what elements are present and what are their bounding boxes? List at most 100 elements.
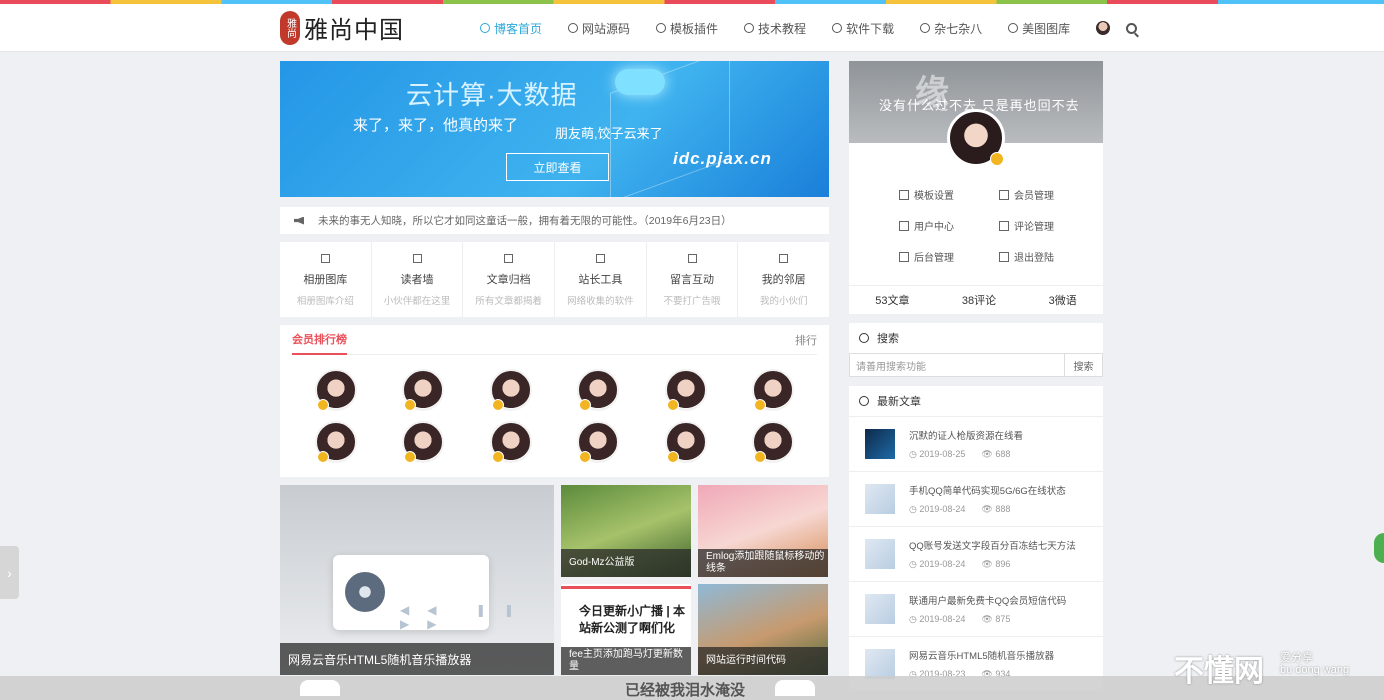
vip-badge-icon xyxy=(990,152,1004,166)
shortcut-gallery[interactable]: 相册图库 相册图库介绍 xyxy=(280,242,372,317)
clock-icon: ◷ 2019-08-24 xyxy=(909,504,966,514)
recent-posts-list: 沉默的证人枪版资源在线看 ◷ 2019-08-25 👁 688 手机QQ简单代码实现… xyxy=(849,416,1103,691)
site-header: 雅尚 雅尚中国 博客首页 网站源码 模板插件 技术教程 软件下载 杂七杂八 美图… xyxy=(0,4,1384,52)
menu-member-manage[interactable]: 会员管理 xyxy=(999,187,1099,202)
search-button[interactable]: 搜索 xyxy=(1065,353,1103,377)
nav-item-home[interactable]: 博客首页 xyxy=(480,20,542,37)
member-avatar[interactable] xyxy=(664,421,707,463)
stat-microposts[interactable]: 3微语 xyxy=(1049,292,1077,308)
level-badge-icon xyxy=(666,399,679,411)
bottom-banner-text: 已经被我泪水淹没 xyxy=(625,682,746,699)
home-icon xyxy=(480,23,490,33)
search-widget: 搜索 请善用搜索功能 搜索 xyxy=(849,323,1103,377)
notice-text: 未来的事无人知晓，所以它才如同这童话一般，拥有着无限的可能性。（2019年6月2… xyxy=(318,215,732,227)
panda-icon xyxy=(300,680,340,696)
level-badge-icon xyxy=(491,399,504,411)
level-badge-icon xyxy=(579,451,592,463)
nav-item-gallery[interactable]: 美图图库 xyxy=(1008,20,1070,37)
link-icon xyxy=(779,254,789,263)
nav-item-misc[interactable]: 杂七杂八 xyxy=(920,20,982,37)
menu-admin[interactable]: 后台管理 xyxy=(899,249,999,264)
menu-comment-manage[interactable]: 评论管理 xyxy=(999,218,1099,233)
member-avatar[interactable] xyxy=(664,369,707,411)
sidebar: 缘 没有什么过不去 只是再也回不去 模板设置 会员管理 用户中心 评论管理 后台… xyxy=(849,61,1103,691)
nav-item-source[interactable]: 网站源码 xyxy=(568,20,630,37)
banner-slogan: 来了，来了，他真的来了 xyxy=(353,117,519,134)
post-thumbnail xyxy=(865,649,895,679)
list-item[interactable]: QQ账号发送文字段百分百冻结七天方法 ◷ 2019-08-24 👁 896 xyxy=(849,526,1103,581)
featured-post-tile[interactable]: 今日更新小广播 | 本站新公测了啊们化 fee主页添加跑马灯更新数量 xyxy=(561,583,691,675)
stat-comments[interactable]: 38评论 xyxy=(962,292,996,308)
member-avatar[interactable] xyxy=(314,421,357,463)
shortcut-readers[interactable]: 读者墙 小伙伴都在这里 xyxy=(372,242,464,317)
float-action-button[interactable] xyxy=(1374,533,1384,563)
menu-logout[interactable]: 退出登陆 xyxy=(999,249,1099,264)
menu-template-settings[interactable]: 模板设置 xyxy=(899,187,999,202)
eye-icon: 👁 875 xyxy=(981,614,1011,624)
banner-view-button[interactable]: 立即查看 xyxy=(506,153,609,181)
site-logo[interactable]: 雅尚 雅尚中国 xyxy=(280,10,404,45)
ranking-more-link[interactable]: 排行 xyxy=(795,332,817,348)
member-avatar[interactable] xyxy=(489,369,532,411)
cloud-icon xyxy=(615,69,665,95)
user-avatar[interactable] xyxy=(1096,21,1111,35)
nav-item-downloads[interactable]: 软件下载 xyxy=(832,20,894,37)
featured-gallery: ◀◀ ❚❚ ▶▶ 网易云音乐HTML5随机音乐播放器 God-Mz公益版 今日更… xyxy=(280,485,829,675)
member-avatar[interactable] xyxy=(314,369,357,411)
panda-icon xyxy=(775,680,815,696)
nav-item-templates[interactable]: 模板插件 xyxy=(656,20,718,37)
member-avatar[interactable] xyxy=(752,369,795,411)
shortcut-archive[interactable]: 文章归档 所有文章都揭着 xyxy=(463,242,556,317)
music-icon xyxy=(412,254,422,263)
level-badge-icon xyxy=(579,399,592,411)
logo-text: 雅尚中国 xyxy=(304,16,404,44)
search-widget-title: 搜索 xyxy=(877,333,899,345)
ranking-avatars xyxy=(292,355,817,463)
featured-post-tile[interactable]: God-Mz公益版 xyxy=(561,485,691,577)
featured-caption: 网易云音乐HTML5随机音乐播放器 xyxy=(280,643,554,675)
member-avatar[interactable] xyxy=(752,421,795,463)
shortcut-tools[interactable]: 站长工具 网络收集的软件 xyxy=(555,242,647,317)
featured-post-tile[interactable]: Emlog添加跟随鼠标移动的线条 xyxy=(698,485,828,577)
member-ranking: 会员排行榜 排行 xyxy=(280,325,829,477)
list-icon xyxy=(504,254,514,263)
search-input[interactable]: 请善用搜索功能 xyxy=(849,353,1065,377)
shortcut-guestbook[interactable]: 留言互动 不要打广告哦 xyxy=(647,242,739,317)
member-avatar[interactable] xyxy=(489,421,532,463)
member-avatar[interactable] xyxy=(577,369,620,411)
banner-title: 云计算·大数据 xyxy=(406,80,578,110)
album-disc-icon xyxy=(342,569,388,615)
featured-post-large[interactable]: ◀◀ ❚❚ ▶▶ 网易云音乐HTML5随机音乐播放器 xyxy=(280,485,554,675)
level-badge-icon xyxy=(754,451,767,463)
member-avatar[interactable] xyxy=(402,421,445,463)
promo-banner[interactable]: 云计算·大数据 来了，来了，他真的来了 朋友萌,饺子云来了 立即查看 idc.p… xyxy=(280,61,829,197)
profile-avatar[interactable] xyxy=(947,109,1005,167)
level-badge-icon xyxy=(404,451,417,463)
member-avatar[interactable] xyxy=(577,421,620,463)
chart-icon xyxy=(859,396,869,406)
featured-post-tile[interactable]: 网站运行时间代码 xyxy=(698,583,828,675)
clock-icon: ◷ 2019-08-24 xyxy=(909,614,966,624)
level-badge-icon xyxy=(404,399,417,411)
level-badge-icon xyxy=(316,399,329,411)
image-icon xyxy=(320,254,330,263)
post-thumbnail xyxy=(865,484,895,514)
side-expand-tab[interactable]: › xyxy=(0,546,19,599)
list-item[interactable]: 沉默的证人枪版资源在线看 ◷ 2019-08-25 👁 688 xyxy=(849,416,1103,471)
comment-icon xyxy=(656,23,667,33)
stat-articles[interactable]: 53文章 xyxy=(875,292,909,308)
list-item[interactable]: 手机QQ简单代码实现5G/6G在线状态 ◷ 2019-08-24 👁 888 xyxy=(849,471,1103,526)
eye-icon: 👁 688 xyxy=(981,449,1011,459)
logo-seal: 雅尚 xyxy=(280,10,300,45)
member-avatar[interactable] xyxy=(402,369,445,411)
menu-user-center[interactable]: 用户中心 xyxy=(899,218,999,233)
shortcut-links[interactable]: 我的邻居 我的小伙们 xyxy=(738,242,829,317)
image-icon xyxy=(1008,23,1019,33)
search-icon[interactable] xyxy=(1126,22,1138,34)
list-item[interactable]: 联通用户最新免费卡QQ会员短信代码 ◷ 2019-08-24 👁 875 xyxy=(849,581,1103,636)
clock-icon: ◷ 2019-08-24 xyxy=(909,559,966,569)
thumbs-up-icon xyxy=(920,23,931,33)
nav-item-tutorials[interactable]: 技术教程 xyxy=(744,20,806,37)
recent-posts-title: 最新文章 xyxy=(877,396,921,408)
eye-icon: 👁 888 xyxy=(981,504,1011,514)
